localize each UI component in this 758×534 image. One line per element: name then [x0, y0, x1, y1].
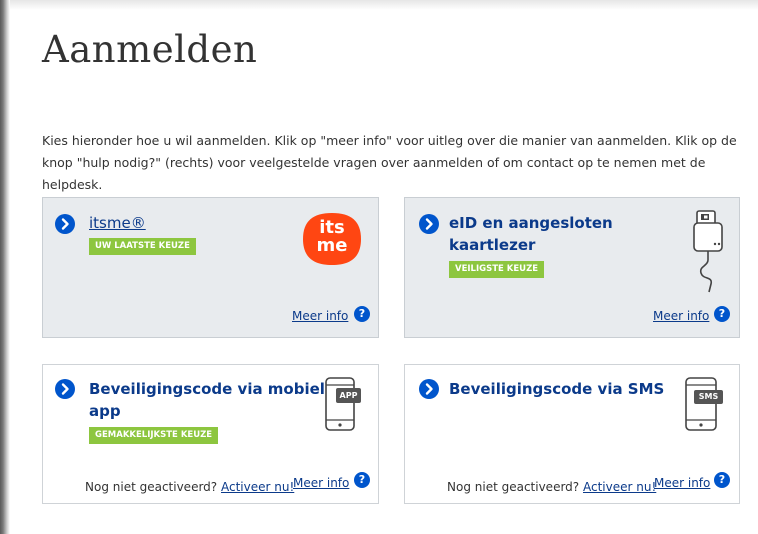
chevron-right-icon: [419, 214, 439, 234]
phone-sms-icon: SMS: [683, 375, 727, 435]
meer-info-link[interactable]: Meer info: [292, 308, 348, 324]
activate-now-link[interactable]: Activeer nu!: [583, 480, 656, 494]
help-icon[interactable]: ?: [354, 472, 370, 488]
login-option-sms[interactable]: Beveiligingscode via SMS SMS Nog niet ge…: [404, 364, 740, 504]
itsme-link[interactable]: itsme®: [89, 212, 146, 234]
chevron-right-icon: [55, 214, 75, 234]
easiest-choice-badge: GEMAKKELIJKSTE KEUZE: [89, 427, 219, 444]
window-edge-shadow: [0, 0, 10, 534]
last-choice-badge: UW LAATSTE KEUZE: [89, 238, 196, 255]
help-icon[interactable]: ?: [714, 306, 730, 322]
sms-label: SMS: [698, 392, 719, 401]
login-page: Aanmelden Kies hieronder hoe u wil aanme…: [0, 0, 758, 534]
not-activated-label: Nog niet geactiveerd?: [447, 480, 580, 494]
itsme-logo-icon: its me: [301, 211, 363, 267]
mobile-app-title[interactable]: Beveiligingscode via mobiele app: [89, 378, 335, 422]
window-top-edge: [10, 0, 758, 10]
help-icon[interactable]: ?: [354, 306, 370, 322]
sms-title[interactable]: Beveiligingscode via SMS: [449, 378, 664, 400]
eid-title-line2: kaartlezer: [449, 236, 536, 254]
login-option-itsme[interactable]: itsme® UW LAATSTE KEUZE its me Meer info…: [42, 197, 379, 338]
meer-info-link[interactable]: Meer info: [293, 475, 349, 491]
not-activated-label: Nog niet geactiveerd?: [85, 480, 218, 494]
chevron-right-icon: [55, 379, 75, 399]
activate-now-link[interactable]: Activeer nu!: [221, 480, 294, 494]
not-activated-text: Nog niet geactiveerd? Activeer nu!: [85, 479, 294, 495]
mobile-app-title-line2: app: [89, 402, 121, 420]
eid-title[interactable]: eID en aangesloten kaartlezer: [449, 212, 613, 256]
meer-info-link[interactable]: Meer info: [653, 308, 709, 324]
eid-title-line1: eID en aangesloten: [449, 214, 613, 232]
safest-choice-badge: VEILIGSTE KEUZE: [449, 261, 545, 278]
page-title: Aanmelden: [42, 28, 258, 71]
not-activated-text: Nog niet geactiveerd? Activeer nu!: [447, 479, 656, 495]
intro-text: Kies hieronder hoe u wil aanmelden. Klik…: [42, 133, 737, 192]
meer-info-link[interactable]: Meer info: [654, 475, 710, 491]
chevron-right-icon: [419, 379, 439, 399]
login-option-eid[interactable]: eID en aangesloten kaartlezer VEILIGSTE …: [404, 197, 740, 338]
phone-app-icon: APP: [323, 375, 363, 435]
card-reader-icon: [691, 208, 731, 294]
mobile-app-title-line1: Beveiligingscode via mobiele: [89, 380, 336, 398]
app-label: APP: [339, 391, 358, 400]
itsme-logo-text-me: me: [316, 235, 348, 256]
login-option-mobile-app[interactable]: Beveiligingscode via mobiele app GEMAKKE…: [42, 364, 379, 504]
help-icon[interactable]: ?: [714, 472, 730, 488]
